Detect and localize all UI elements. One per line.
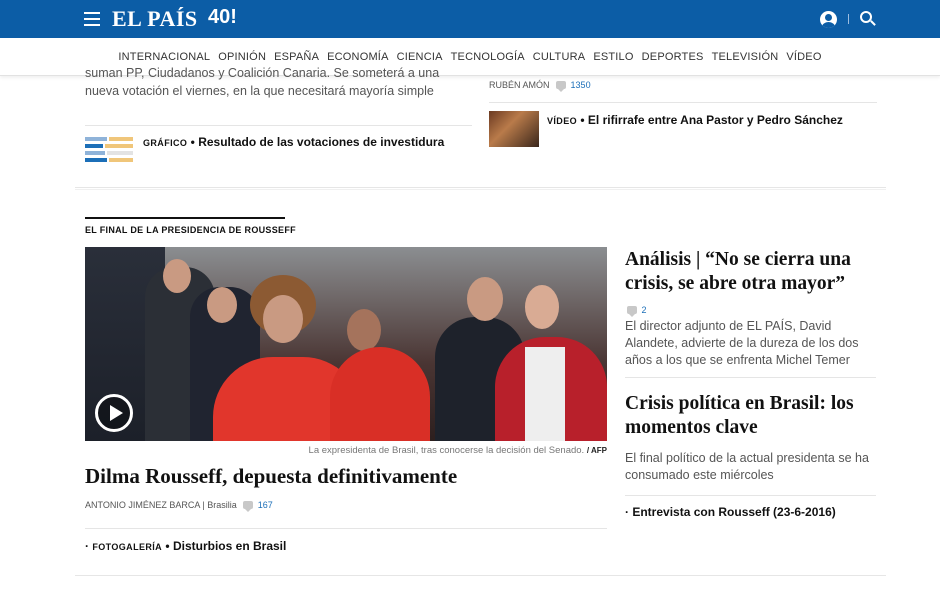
- menu-icon[interactable]: [84, 12, 100, 26]
- divider: [625, 377, 876, 378]
- author-line: RUBÉN AMÓN 1350: [489, 80, 591, 92]
- nav-item-internacional[interactable]: INTERNACIONAL: [118, 51, 210, 63]
- user-account-icon[interactable]: [820, 11, 837, 28]
- crisis-summary: El final político de la actual president…: [625, 451, 869, 482]
- grafico-link[interactable]: GRÁFICO • Resultado de las votaciones de…: [143, 135, 444, 149]
- divider: [85, 528, 607, 529]
- divider: [625, 495, 876, 496]
- photo-credit: / AFP: [586, 446, 607, 455]
- play-video-icon[interactable]: [95, 394, 133, 432]
- caption-text: La expresidenta de Brasil, tras conocers…: [308, 445, 585, 456]
- interview-title: Entrevista con Rousseff (23-6-2016): [632, 505, 836, 519]
- video-thumbnail[interactable]: [489, 111, 539, 147]
- main-headline[interactable]: Dilma Rousseff, depuesta definitivamente: [85, 464, 457, 489]
- comment-count[interactable]: 167: [258, 500, 273, 510]
- byline: ANTONIO JIMÉNEZ BARCA | Brasilia 167: [85, 500, 273, 512]
- nav-item-cultura[interactable]: CULTURA: [533, 51, 586, 63]
- divider: [489, 102, 877, 103]
- gallery-link[interactable]: · FOTOGALERÍA • Disturbios en Brasil: [85, 539, 286, 553]
- video-title: El rifirrafe entre Ana Pastor y Pedro Sá…: [587, 113, 843, 127]
- bullet: •: [580, 113, 588, 127]
- search-icon[interactable]: [860, 11, 876, 27]
- crisis-headline[interactable]: Crisis política en Brasil: los momentos …: [625, 392, 880, 440]
- author-name[interactable]: RUBÉN AMÓN: [489, 80, 550, 90]
- video-kicker: VÍDEO: [547, 116, 578, 126]
- bullet: •: [165, 539, 173, 553]
- nav-item-ciencia[interactable]: CIENCIA: [397, 51, 443, 63]
- gallery-title: Disturbios en Brasil: [172, 539, 287, 553]
- nav-item-estilo[interactable]: ESTILO: [593, 51, 633, 63]
- analysis-comments: 2: [625, 305, 647, 317]
- byline-author[interactable]: ANTONIO JIMÉNEZ BARCA | Brasilia: [85, 500, 237, 510]
- nav-item-economia[interactable]: ECONOMÍA: [327, 51, 389, 63]
- nav-item-tecnologia[interactable]: TECNOLOGÍA: [451, 51, 525, 63]
- section-rule: [85, 217, 285, 219]
- comment-count[interactable]: 1350: [571, 80, 591, 90]
- analysis-headline[interactable]: Análisis | “No se cierra una crisis, se …: [625, 248, 885, 296]
- nav-item-opinion[interactable]: OPINIÓN: [218, 51, 266, 63]
- section-divider: [75, 575, 886, 576]
- video-link[interactable]: VÍDEO • El rifirrafe entre Ana Pastor y …: [547, 113, 843, 127]
- comment-icon: [243, 501, 254, 512]
- site-logo[interactable]: EL PAÍS: [112, 6, 198, 32]
- comment-icon: [627, 306, 637, 317]
- comment-icon: [556, 81, 567, 92]
- nav-item-deportes[interactable]: DEPORTES: [642, 51, 704, 63]
- lead-story-summary: suman PP, Ciudadanos y Coalición Canaria…: [85, 66, 440, 98]
- analysis-summary: El director adjunto de EL PAÍS, David Al…: [625, 319, 859, 367]
- grafico-kicker: GRÁFICO: [143, 138, 188, 148]
- grafico-title: Resultado de las votaciones de investidu…: [198, 135, 445, 149]
- nav-item-espana[interactable]: ESPAÑA: [274, 51, 319, 63]
- interview-link[interactable]: · Entrevista con Rousseff (23-6-2016): [625, 505, 836, 519]
- comment-count[interactable]: 2: [642, 305, 647, 315]
- top-bar: EL PAÍS 40!: [0, 0, 940, 38]
- divider: [85, 125, 472, 126]
- main-story-photo[interactable]: [85, 247, 607, 441]
- chart-thumbnail-icon[interactable]: [85, 136, 135, 164]
- section-divider: [75, 187, 886, 190]
- photo-caption: La expresidenta de Brasil, tras conocers…: [85, 445, 607, 456]
- gallery-kicker: FOTOGALERÍA: [92, 542, 163, 552]
- anniversary-badge[interactable]: 40!: [208, 6, 237, 29]
- nav-item-video[interactable]: VÍDEO: [786, 51, 821, 63]
- section-label[interactable]: EL FINAL DE LA PRESIDENCIA DE ROUSSEFF: [85, 225, 296, 235]
- nav-item-television[interactable]: TELEVISIÓN: [712, 51, 779, 63]
- top-bar-separator: [848, 14, 849, 24]
